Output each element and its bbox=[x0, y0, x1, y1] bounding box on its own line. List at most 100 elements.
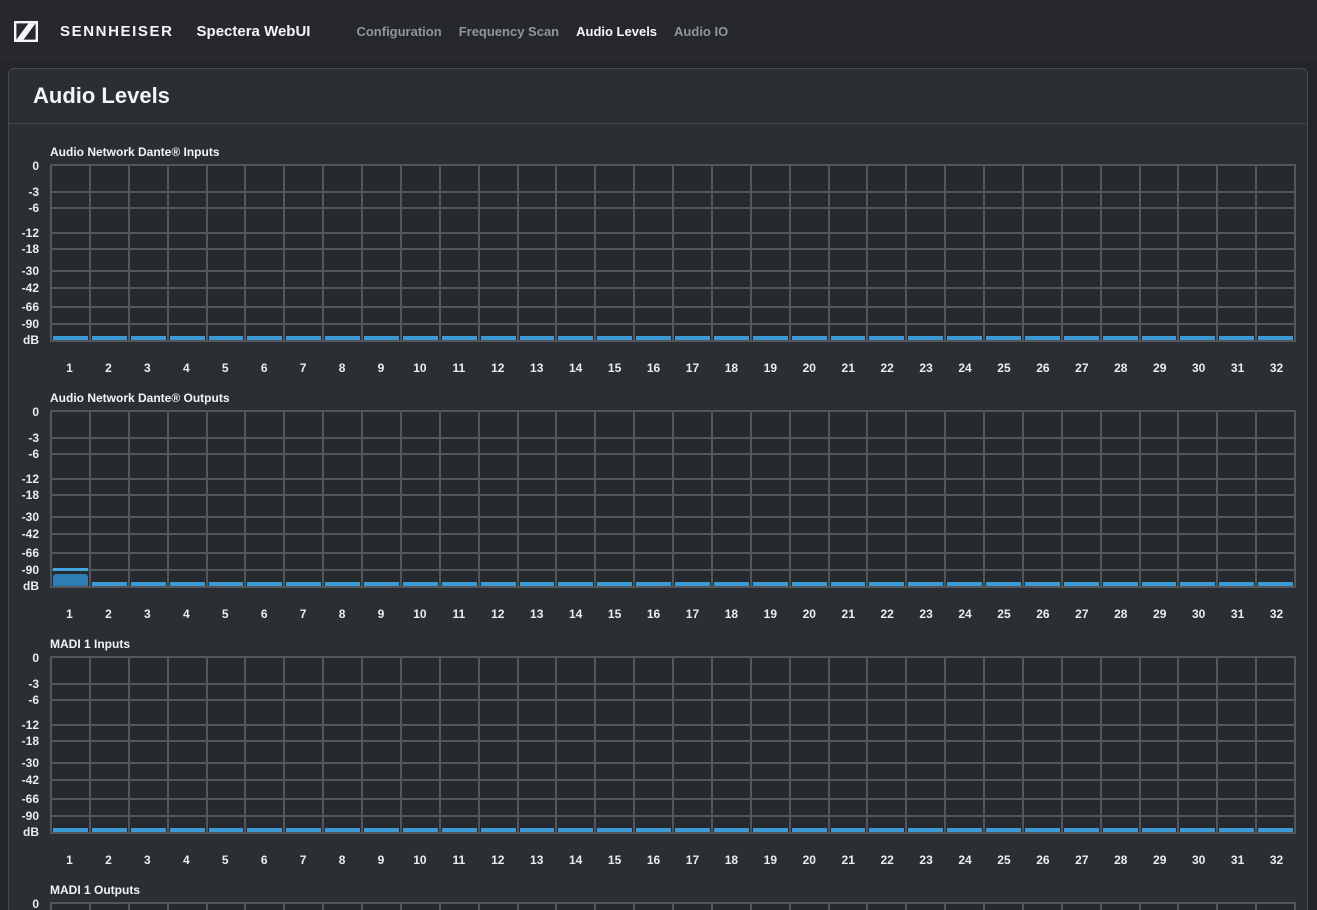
y-tick-db: dB bbox=[23, 333, 39, 347]
channel-label-9: 9 bbox=[362, 853, 401, 867]
channel-label-5: 5 bbox=[206, 607, 245, 621]
channel-label-17: 17 bbox=[673, 607, 712, 621]
channel-label-32: 32 bbox=[1257, 607, 1296, 621]
meter-floor-level bbox=[364, 582, 399, 586]
channel-label-19: 19 bbox=[751, 361, 790, 375]
channel-label-13: 13 bbox=[517, 607, 556, 621]
y-tick-12: -12 bbox=[22, 226, 39, 240]
chart-title: MADI 1 Inputs bbox=[50, 638, 1296, 651]
channel-label-20: 20 bbox=[790, 607, 829, 621]
meter-floor-level bbox=[403, 582, 438, 586]
channel-label-3: 3 bbox=[128, 607, 167, 621]
grid-hline bbox=[52, 552, 1294, 554]
meter-floor-level bbox=[131, 828, 166, 832]
y-tick-3: -3 bbox=[28, 677, 39, 691]
meter-floor-level bbox=[1142, 336, 1177, 340]
meter-channel-6 bbox=[246, 904, 285, 910]
meter-channel-10 bbox=[402, 904, 441, 910]
y-axis: 0-3-6-12-18-30-42-66-90dB bbox=[9, 902, 39, 910]
channel-labels: 1234567891011121314151617181920212223242… bbox=[50, 342, 1296, 375]
grid-hline bbox=[52, 191, 1294, 193]
channel-label-14: 14 bbox=[556, 853, 595, 867]
meter-floor-level bbox=[1258, 582, 1293, 586]
plot-row: 0-3-6-12-18-30-42-66-90dB bbox=[50, 164, 1296, 342]
channel-label-8: 8 bbox=[323, 607, 362, 621]
y-tick-18: -18 bbox=[22, 488, 39, 502]
meter-floor-level bbox=[403, 828, 438, 832]
meter-channel-19 bbox=[752, 904, 791, 910]
channel-label-5: 5 bbox=[206, 853, 245, 867]
y-tick-90: -90 bbox=[22, 563, 39, 577]
y-tick-db: dB bbox=[23, 579, 39, 593]
meter-floor-level bbox=[1064, 582, 1099, 586]
nav-tab-configuration[interactable]: Configuration bbox=[356, 24, 441, 39]
channel-label-23: 23 bbox=[907, 853, 946, 867]
meter-floor-level bbox=[831, 582, 866, 586]
channel-label-9: 9 bbox=[362, 607, 401, 621]
chart-title: Audio Network Dante® Outputs bbox=[50, 392, 1296, 405]
y-tick-0: 0 bbox=[32, 897, 39, 910]
meter-floor-level bbox=[714, 582, 749, 586]
sennheiser-logo-icon[interactable] bbox=[14, 21, 38, 42]
meter-floor-level bbox=[1025, 336, 1060, 340]
channel-label-1: 1 bbox=[50, 853, 89, 867]
channel-label-21: 21 bbox=[829, 607, 868, 621]
channel-label-8: 8 bbox=[323, 361, 362, 375]
meter-floor-level bbox=[364, 336, 399, 340]
y-tick-12: -12 bbox=[22, 472, 39, 486]
meter-floor-level bbox=[325, 336, 360, 340]
meter-chart-madi-1-inputs: MADI 1 Inputs0-3-6-12-18-30-42-66-90dB12… bbox=[50, 638, 1296, 867]
channel-label-22: 22 bbox=[868, 607, 907, 621]
nav-tab-frequency-scan[interactable]: Frequency Scan bbox=[459, 24, 559, 39]
grid-hline bbox=[52, 494, 1294, 496]
meter-channel-11 bbox=[441, 904, 480, 910]
meter-floor-level bbox=[558, 582, 593, 586]
channel-label-29: 29 bbox=[1140, 607, 1179, 621]
channel-label-26: 26 bbox=[1023, 853, 1062, 867]
channel-label-19: 19 bbox=[751, 853, 790, 867]
channel-label-28: 28 bbox=[1101, 853, 1140, 867]
nav-tab-audio-io[interactable]: Audio IO bbox=[674, 24, 728, 39]
grid-hline bbox=[52, 516, 1294, 518]
channel-label-25: 25 bbox=[985, 361, 1024, 375]
meter-charts-container: Audio Network Dante® Inputs 0-3-6-12-18-3… bbox=[9, 124, 1307, 910]
meter-floor-level bbox=[869, 336, 904, 340]
meter-channel-18 bbox=[713, 904, 752, 910]
meter-channel-32 bbox=[1257, 904, 1294, 910]
grid-hline bbox=[52, 323, 1294, 325]
meter-floor-level bbox=[1142, 582, 1177, 586]
meter-floor-level bbox=[675, 582, 710, 586]
meter-channel-17 bbox=[674, 904, 713, 910]
meter-floor-level bbox=[92, 828, 127, 832]
meter-floor-level bbox=[53, 828, 88, 832]
meter-channel-20 bbox=[791, 904, 830, 910]
channel-label-11: 11 bbox=[439, 607, 478, 621]
meter-channel-12 bbox=[480, 904, 519, 910]
channel-label-7: 7 bbox=[284, 361, 323, 375]
meter-floor-level bbox=[675, 336, 710, 340]
meter-peak-hold bbox=[53, 568, 88, 571]
chart-title: Audio Network Dante® Inputs bbox=[50, 146, 1296, 159]
meter-channel-24 bbox=[946, 904, 985, 910]
channel-label-2: 2 bbox=[89, 853, 128, 867]
meter-floor-level bbox=[1064, 828, 1099, 832]
channel-label-30: 30 bbox=[1179, 361, 1218, 375]
meter-floor-level bbox=[520, 582, 555, 586]
y-tick-30: -30 bbox=[22, 264, 39, 278]
channel-label-3: 3 bbox=[128, 853, 167, 867]
meter-chart-madi-1-outputs: MADI 1 Outputs0-3-6-12-18-30-42-66-90dB1… bbox=[50, 884, 1296, 910]
grid-hline bbox=[52, 724, 1294, 726]
grid-hline bbox=[52, 569, 1294, 571]
y-tick-66: -66 bbox=[22, 300, 39, 314]
meter-floor-level bbox=[325, 828, 360, 832]
y-tick-12: -12 bbox=[22, 718, 39, 732]
meter-channel-2 bbox=[91, 904, 130, 910]
meter-channel-25 bbox=[985, 904, 1024, 910]
y-tick-66: -66 bbox=[22, 546, 39, 560]
meter-floor-level bbox=[1025, 582, 1060, 586]
meter-floor-level bbox=[597, 336, 632, 340]
meter-channel-4 bbox=[169, 904, 208, 910]
grid-hline bbox=[52, 232, 1294, 234]
nav-tab-audio-levels[interactable]: Audio Levels bbox=[576, 24, 657, 39]
channel-label-15: 15 bbox=[595, 607, 634, 621]
